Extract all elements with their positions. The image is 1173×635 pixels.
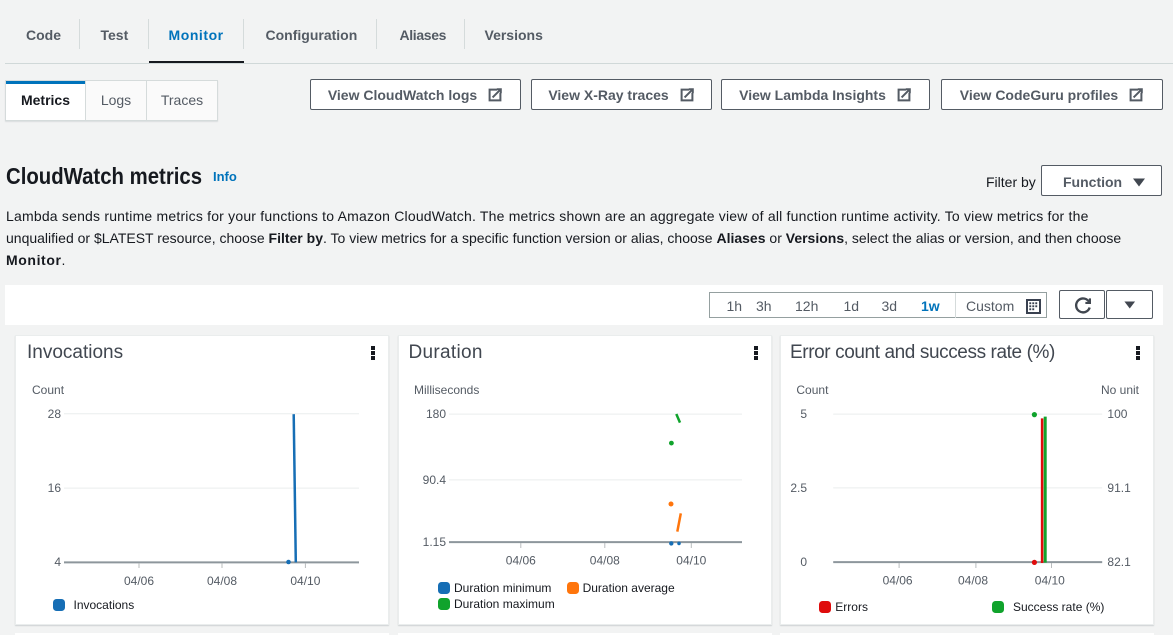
svg-text:16: 16 — [48, 481, 62, 495]
svg-text:5: 5 — [800, 407, 807, 421]
svg-text:No unit: No unit — [1101, 383, 1140, 397]
svg-text:100: 100 — [1107, 407, 1127, 421]
svg-text:Count: Count — [796, 383, 829, 397]
svg-text:04/10: 04/10 — [290, 574, 320, 588]
svg-text:Count: Count — [32, 383, 65, 397]
svg-text:90.4: 90.4 — [423, 473, 447, 487]
svg-text:82.1: 82.1 — [1107, 555, 1131, 569]
svg-text:04/06: 04/06 — [883, 574, 913, 588]
svg-text:04/10: 04/10 — [1035, 574, 1065, 588]
svg-text:0: 0 — [800, 555, 807, 569]
svg-text:91.1: 91.1 — [1107, 481, 1131, 495]
svg-text:2.5: 2.5 — [790, 481, 807, 495]
svg-text:04/08: 04/08 — [207, 574, 237, 588]
svg-text:28: 28 — [48, 407, 62, 421]
svg-text:04/08: 04/08 — [590, 554, 620, 568]
svg-text:04/06: 04/06 — [124, 574, 154, 588]
svg-text:Milliseconds: Milliseconds — [414, 383, 479, 397]
svg-text:4: 4 — [54, 555, 61, 569]
svg-text:04/06: 04/06 — [506, 554, 536, 568]
svg-text:180: 180 — [426, 407, 446, 421]
svg-text:1.15: 1.15 — [423, 535, 447, 549]
svg-text:04/08: 04/08 — [958, 574, 988, 588]
svg-text:04/10: 04/10 — [676, 554, 706, 568]
